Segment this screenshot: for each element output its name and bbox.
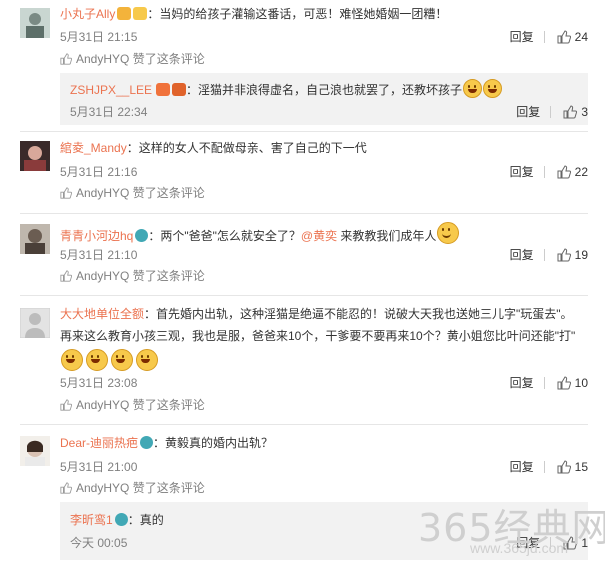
sub-reply-text: ：真的: [127, 513, 164, 527]
reply-button[interactable]: 回复: [510, 248, 534, 262]
like-icon[interactable]: [557, 248, 571, 265]
like-icon[interactable]: [557, 30, 571, 47]
emoji-row: [60, 349, 158, 372]
reply-button[interactable]: 回复: [516, 105, 540, 119]
sub-reply-username[interactable]: ZSHJPX__LEE: [70, 83, 152, 97]
comment-text: ：两个"爸爸"怎么就安全了？: [148, 229, 301, 243]
like-count: 3: [581, 105, 588, 119]
verified-badge-icon[interactable]: [140, 436, 154, 449]
thumbs-up-icon: [60, 187, 73, 202]
like-icon[interactable]: [557, 376, 571, 393]
watermark-url: www.365jd.com: [470, 540, 569, 556]
like-count: 22: [574, 165, 588, 179]
sub-reply-username[interactable]: 李昕鸾1: [70, 513, 113, 527]
comment-time: 5月31日 21:10: [60, 248, 138, 262]
thumbs-up-icon: [60, 399, 73, 414]
liked-by-text: AndyHYQ 赞了这条评论: [76, 481, 205, 495]
sub-reply-time: 今天 00:05: [70, 536, 128, 550]
divider: [550, 106, 552, 118]
divider: [543, 249, 545, 261]
avatar[interactable]: [20, 141, 50, 171]
comment-text-continued: 再来这么教育小孩三观，我也是服，爸爸来10个，干爹要不要再来10个？黄小姐您比叶…: [60, 329, 576, 343]
mention-link[interactable]: @黄奕: [301, 229, 337, 243]
divider: [543, 461, 545, 473]
liked-by-text: AndyHYQ 赞了这条评论: [76, 186, 205, 200]
like-count: 19: [574, 248, 588, 262]
like-icon[interactable]: [563, 105, 578, 122]
verified-badge-icon[interactable]: [135, 229, 149, 242]
sub-reply: ZSHJPX__LEE ：淫猫并非浪得虚名，自己浪也就罢了，还教坏孩子 5月31日…: [60, 73, 588, 125]
level-badge-icon[interactable]: [172, 83, 187, 96]
username[interactable]: 大大地单位全额: [60, 307, 144, 321]
smile-emoji-icon: [437, 222, 460, 244]
thumbs-up-icon: [60, 482, 73, 497]
comment-item: 綰夌_Mandy：这样的女人不配做母亲、害了自己的下一代 5月31日 21:16…: [0, 132, 588, 212]
comment-time: 5月31日 21:16: [60, 165, 138, 179]
comment-item: 大大地单位全额：首先婚内出轨，这种淫猫是绝逼不能忍的！说破大天我也送她三儿字"玩…: [0, 296, 588, 418]
comment-item: 青青小河边hq ：两个"爸爸"怎么就安全了？@黄奕 来教教我们成年人 5月31日 …: [0, 214, 588, 294]
laugh-emoji-icon: [136, 349, 158, 371]
reply-button[interactable]: 回复: [510, 165, 534, 179]
laugh-emoji-icon: [86, 349, 108, 371]
liked-by-text: AndyHYQ 赞了这条评论: [76, 52, 205, 66]
member-badge-icon[interactable]: [156, 83, 171, 96]
divider: [543, 31, 545, 43]
avatar[interactable]: [20, 436, 50, 466]
liked-by-text: AndyHYQ 赞了这条评论: [76, 269, 205, 283]
laugh-emoji-icon: [483, 79, 503, 98]
avatar[interactable]: [20, 8, 50, 38]
like-count: 15: [574, 460, 588, 474]
comment-text: ：黄毅真的婚内出轨？: [153, 436, 274, 450]
username[interactable]: 小丸子Ally: [60, 7, 115, 21]
comment-text: ：当妈的给孩子灌输这番话，可恶！难怪她婚姻一团糟！: [147, 7, 448, 21]
comment-text: 来教教我们成年人: [337, 229, 437, 243]
laugh-emoji-icon: [463, 79, 483, 98]
comment-time: 5月31日 23:08: [60, 376, 138, 390]
avatar[interactable]: [20, 224, 50, 254]
avatar[interactable]: [20, 308, 50, 338]
like-count: 24: [574, 30, 588, 44]
username[interactable]: 綰夌_Mandy: [60, 141, 127, 155]
thumbs-up-icon: [60, 53, 73, 68]
comment-text: ：这样的女人不配做母亲、害了自己的下一代: [126, 141, 367, 155]
comment-text: ：首先婚内出轨，这种淫猫是绝逼不能忍的！说破大天我也送她三儿字"玩蛋去"。: [144, 307, 573, 321]
reply-button[interactable]: 回复: [510, 30, 534, 44]
liked-by-text: AndyHYQ 赞了这条评论: [76, 398, 205, 412]
like-icon[interactable]: [557, 165, 571, 182]
like-icon[interactable]: [557, 460, 571, 477]
username[interactable]: 青青小河边hq: [60, 229, 133, 243]
like-count: 10: [574, 376, 588, 390]
laugh-emoji-icon: [111, 349, 133, 371]
verified-badge-icon[interactable]: [114, 513, 128, 526]
comment-item: 小丸子Ally ：当妈的给孩子灌输这番话，可恶！难怪她婚姻一团糟！ 5月31日 2…: [0, 0, 588, 125]
sub-reply-text: ：淫猫并非浪得虚名，自己浪也就罢了，还教坏孩子: [186, 83, 463, 97]
comment-time: 5月31日 21:15: [60, 30, 138, 44]
sub-reply-time: 5月31日 22:34: [70, 105, 148, 119]
reply-button[interactable]: 回复: [510, 460, 534, 474]
divider: [543, 377, 545, 389]
member-badge-icon[interactable]: [117, 7, 132, 20]
comment-time: 5月31日 21:00: [60, 460, 138, 474]
reply-button[interactable]: 回复: [510, 376, 534, 390]
thumbs-up-icon: [60, 270, 73, 285]
vip-badge-icon[interactable]: [133, 7, 148, 20]
laugh-emoji-icon: [61, 349, 83, 371]
username[interactable]: Dear-迪丽热疤: [60, 436, 138, 450]
divider: [543, 166, 545, 178]
